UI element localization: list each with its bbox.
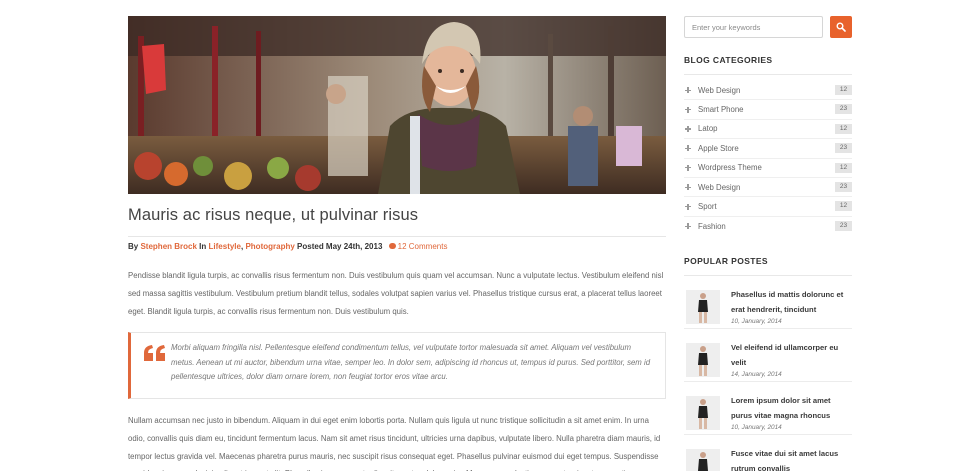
post-date: Posted May 24th, 2013: [297, 242, 383, 251]
popular-post-title[interactable]: Vel eleifend id ullamcorper eu velit: [731, 341, 853, 370]
post-paragraph: Pendisse blandit ligula turpis, ac conva…: [128, 271, 664, 316]
post-thumbnail[interactable]: [686, 396, 720, 431]
category-item[interactable]: Wordpress Theme 12: [684, 159, 852, 178]
fashion-thumbnail-image: [686, 290, 720, 325]
category-link-photography[interactable]: Photography: [245, 242, 294, 251]
category-count-badge: 12: [835, 162, 852, 173]
post-thumbnail[interactable]: [686, 449, 720, 471]
quote-icon: [144, 345, 165, 361]
plus-icon: [685, 203, 691, 210]
popular-post-item[interactable]: Fusce vitae dui sit amet lacus rutrum co…: [684, 435, 852, 471]
search-button[interactable]: [830, 16, 852, 38]
post-thumbnail[interactable]: [686, 290, 720, 325]
popular-post-item[interactable]: Vel eleifend id ullamcorper eu velit 14,…: [684, 329, 853, 383]
post-featured-image[interactable]: [128, 16, 666, 194]
post-thumbnail[interactable]: [686, 343, 720, 378]
category-link-lifestyle[interactable]: Lifestyle: [209, 242, 241, 251]
plus-icon: [685, 106, 691, 113]
comments-link[interactable]: 12 Comments: [388, 242, 448, 251]
comments-count: 12 Comments: [397, 242, 448, 251]
post-title[interactable]: Mauris ac risus neque, ut pulvinar risus: [128, 206, 666, 228]
popular-post-title[interactable]: Fusce vitae dui sit amet lacus rutrum co…: [731, 447, 853, 471]
category-label: Smart Phone: [698, 105, 744, 115]
fashion-thumbnail-image: [686, 449, 720, 471]
category-item[interactable]: Fashion 23: [684, 217, 852, 236]
post-paragraph: Nullam accumsan nec justo in bibendum. A…: [128, 416, 661, 471]
category-count-badge: 12: [835, 85, 852, 95]
post-meta: By Stephen Brock In Lifestyle, Photograp…: [128, 242, 666, 254]
category-item[interactable]: Sport 12: [684, 197, 852, 217]
category-count-badge: 23: [835, 143, 852, 154]
category-count-badge: 12: [835, 123, 852, 134]
search-input[interactable]: [684, 16, 823, 38]
category-label: Apple Store: [698, 143, 739, 153]
category-count-badge: 12: [835, 201, 852, 212]
market-photo-image: [128, 16, 666, 194]
popular-post-title[interactable]: Lorem ipsum dolor sit amet purus vitae m…: [731, 394, 853, 423]
category-count-badge: 23: [835, 104, 852, 115]
sidebar: BLOG CATEGORIES Web Design 12 Smart Phone…: [684, 16, 852, 471]
category-list: Web Design 12 Smart Phone 23 Latop 12 Apple…: [684, 81, 852, 236]
plus-icon: [685, 145, 691, 152]
meta-by-label: By: [128, 242, 139, 251]
popular-post-item[interactable]: Phasellus id mattis dolorunc et erat hen…: [684, 276, 853, 330]
author-link[interactable]: Stephen Brock: [140, 242, 196, 251]
plus-icon: [685, 184, 691, 191]
popular-post-title[interactable]: Phasellus id mattis dolorunc et erat hen…: [731, 288, 853, 317]
popular-post-item[interactable]: Lorem ipsum dolor sit amet purus vitae m…: [684, 382, 853, 436]
category-item[interactable]: Latop 12: [684, 120, 852, 140]
fashion-thumbnail-image: [686, 343, 720, 378]
plus-icon: [685, 87, 691, 94]
comment-icon: [388, 243, 396, 249]
search-icon: [836, 22, 846, 32]
divider: [128, 236, 666, 237]
plus-icon: [685, 223, 691, 230]
blockquote-text: Morbi aliquam fringilla nisl. Pellentesq…: [171, 343, 651, 382]
category-item[interactable]: Web Design 23: [684, 178, 852, 198]
blog-post: Mauris ac risus neque, ut pulvinar risus…: [128, 16, 666, 471]
fashion-thumbnail-image: [686, 396, 720, 431]
popular-posts-list: Phasellus id mattis dolorunc et erat hen…: [684, 276, 852, 471]
divider: [684, 74, 852, 75]
plus-icon: [685, 125, 691, 132]
popular-posts-title: POPULAR POSTES: [684, 256, 769, 267]
category-label: Fashion: [698, 221, 726, 231]
popular-post-date: 10, January, 2014: [731, 318, 782, 326]
meta-in-label: In: [199, 242, 207, 251]
category-label: Sport: [698, 202, 717, 212]
category-count-badge: 23: [835, 181, 852, 192]
plus-icon: [685, 164, 691, 171]
category-label: Latop: [698, 124, 718, 134]
categories-title: BLOG CATEGORIES: [684, 55, 773, 65]
blockquote: Morbi aliquam fringilla nisl. Pellentesq…: [128, 332, 666, 399]
popular-post-date: 14, January, 2014: [731, 371, 782, 379]
search-form: [684, 16, 852, 38]
category-label: Web Design: [698, 182, 741, 192]
category-count-badge: 23: [835, 220, 852, 231]
category-label: Wordpress Theme: [698, 163, 762, 173]
category-item[interactable]: Web Design 12: [684, 81, 852, 101]
category-item[interactable]: Apple Store 23: [684, 139, 852, 159]
category-item[interactable]: Smart Phone 23: [684, 100, 852, 120]
category-label: Web Design: [698, 85, 741, 95]
meta-separator: ,: [240, 242, 244, 251]
popular-post-date: 10, January, 2014: [731, 424, 782, 432]
